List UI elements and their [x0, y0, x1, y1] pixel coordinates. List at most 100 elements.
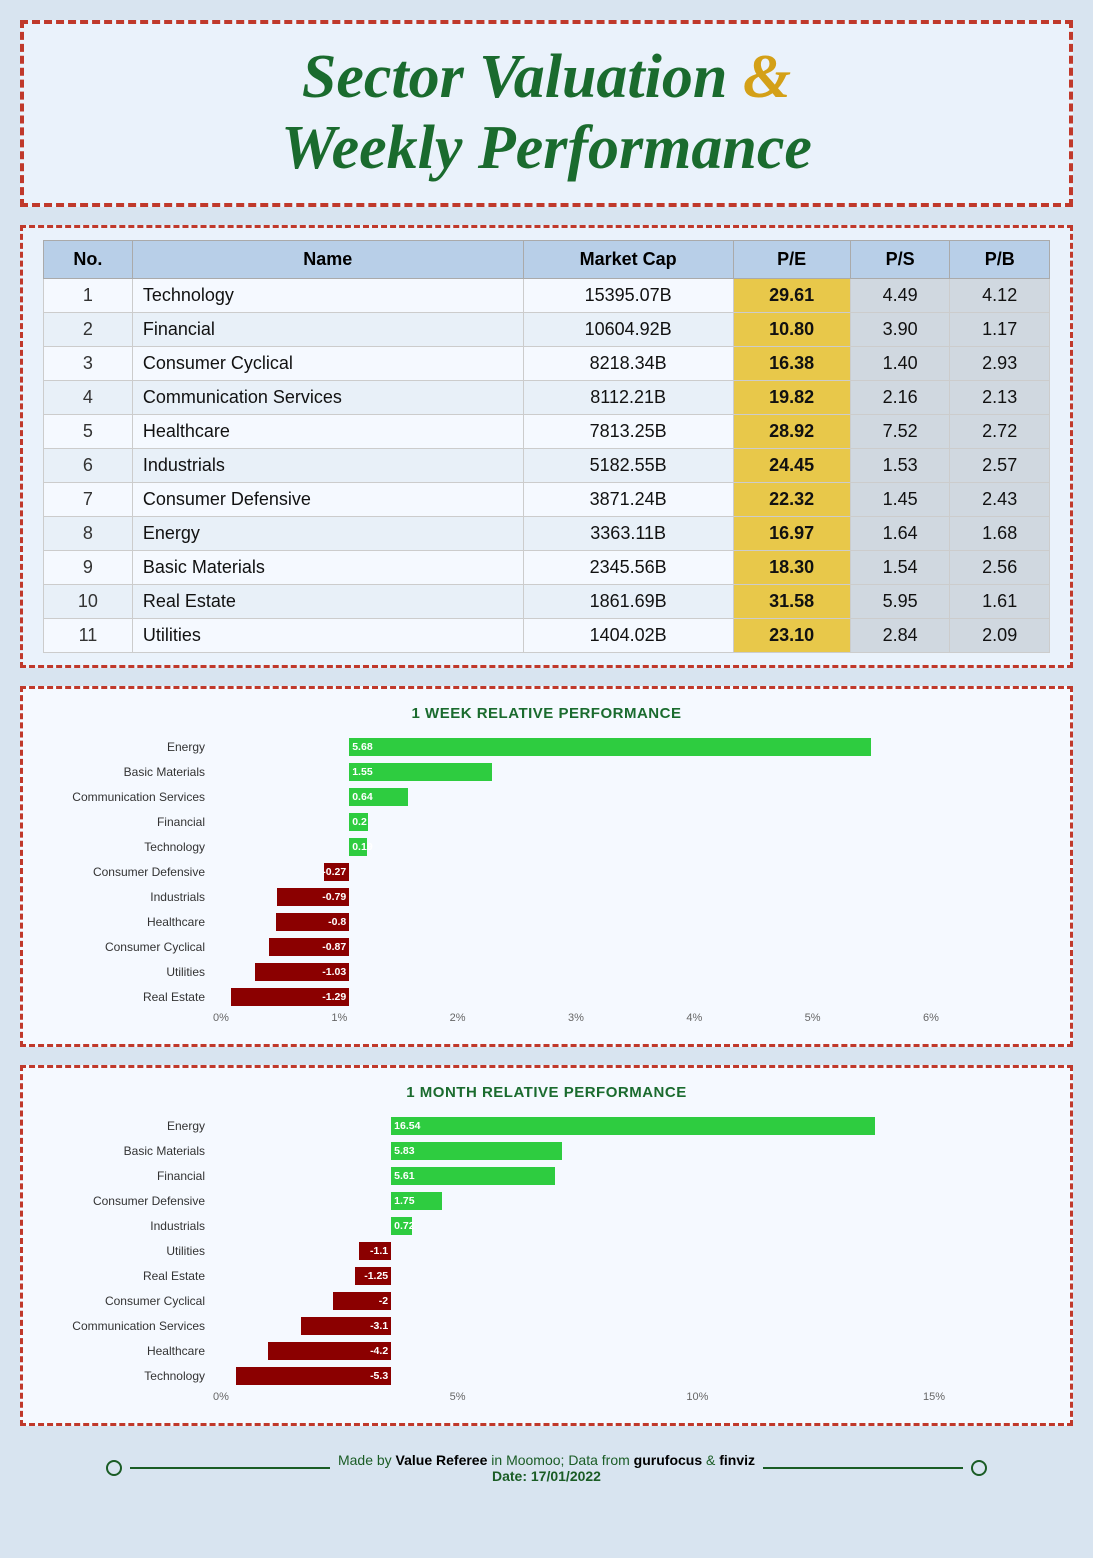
bar-label: Utilities: [43, 965, 213, 979]
table-row: 2 Financial 10604.92B 10.80 3.90 1.17: [44, 312, 1050, 346]
table-row: 5 Healthcare 7813.25B 28.92 7.52 2.72: [44, 414, 1050, 448]
week-chart-title: 1 WEEK RELATIVE PERFORMANCE: [43, 705, 1050, 722]
bar-label: Consumer Defensive: [43, 865, 213, 879]
bar-row: Consumer Cyclical -0.87: [43, 936, 1050, 958]
table-row: 8 Energy 3363.11B 16.97 1.64 1.68: [44, 516, 1050, 550]
cell-no: 7: [44, 482, 133, 516]
week-chart-box: 1 WEEK RELATIVE PERFORMANCE Energy5.68 Ba…: [20, 686, 1073, 1047]
bar-area: -3.1: [213, 1315, 1050, 1337]
cell-marketcap: 2345.56B: [523, 550, 733, 584]
footer: Made by Value Referee in Moomoo; Data fr…: [20, 1444, 1073, 1488]
cell-pe: 31.58: [733, 584, 850, 618]
bar-negative: -1.1: [359, 1242, 391, 1260]
x-axis-tick: 0%: [213, 1012, 229, 1024]
cell-pb: 4.12: [950, 278, 1050, 312]
bar-value-label: 0.72: [391, 1220, 417, 1232]
bar-label: Real Estate: [43, 1269, 213, 1283]
cell-pe: 24.45: [733, 448, 850, 482]
bar-area: 5.68: [213, 736, 1050, 758]
bar-label: Consumer Cyclical: [43, 1294, 213, 1308]
cell-pe: 16.38: [733, 346, 850, 380]
bar-label: Communication Services: [43, 790, 213, 804]
bar-positive: 16.54: [391, 1117, 874, 1135]
bar-row: Basic Materials 1.55: [43, 761, 1050, 783]
bar-area: 1.75: [213, 1190, 1050, 1212]
bar-negative: -1.25: [355, 1267, 392, 1285]
cell-marketcap: 8218.34B: [523, 346, 733, 380]
bar-label: Healthcare: [43, 915, 213, 929]
cell-ps: 5.95: [850, 584, 950, 618]
bar-row: Real Estate-1.29: [43, 986, 1050, 1008]
header-title: Sector Valuation & Weekly Performance: [54, 42, 1039, 185]
bar-row: Energy5.68: [43, 736, 1050, 758]
bar-value-label: 0.64: [349, 791, 375, 803]
cell-no: 6: [44, 448, 133, 482]
bar-value-label: -0.79: [319, 891, 349, 903]
bar-value-label: -0.8: [325, 916, 349, 928]
bar-row: Industrials-0.79: [43, 886, 1050, 908]
bar-positive: 0.2: [349, 813, 367, 831]
table-box: No. Name Market Cap P/E P/S P/B 1 Techno…: [20, 225, 1073, 668]
bar-area: -5.3: [213, 1365, 1050, 1387]
cell-ps: 1.53: [850, 448, 950, 482]
bar-positive: 1.55: [349, 763, 491, 781]
cell-name: Real Estate: [132, 584, 523, 618]
bar-value-label: 16.54: [391, 1120, 423, 1132]
table-row: 9 Basic Materials 2345.56B 18.30 1.54 2.…: [44, 550, 1050, 584]
bar-label: Technology: [43, 1369, 213, 1383]
cell-pb: 2.13: [950, 380, 1050, 414]
bar-row: Consumer Cyclical -2: [43, 1290, 1050, 1312]
cell-ps: 2.84: [850, 618, 950, 652]
cell-name: Consumer Defensive: [132, 482, 523, 516]
cell-marketcap: 8112.21B: [523, 380, 733, 414]
bar-row: Basic Materials5.83: [43, 1140, 1050, 1162]
bar-value-label: -0.87: [319, 941, 349, 953]
table-row: 1 Technology 15395.07B 29.61 4.49 4.12: [44, 278, 1050, 312]
bar-row: Technology-5.3: [43, 1365, 1050, 1387]
bar-label: Healthcare: [43, 1344, 213, 1358]
bar-negative: -2: [333, 1292, 391, 1310]
cell-pe: 29.61: [733, 278, 850, 312]
cell-name: Technology: [132, 278, 523, 312]
cell-marketcap: 1404.02B: [523, 618, 733, 652]
table-row: 3 Consumer Cyclical 8218.34B 16.38 1.40 …: [44, 346, 1050, 380]
bar-row: Real Estate -1.25: [43, 1265, 1050, 1287]
bar-area: -4.2: [213, 1340, 1050, 1362]
cell-pe: 28.92: [733, 414, 850, 448]
footer-line: Made by Value Referee in Moomoo; Data fr…: [106, 1452, 987, 1484]
cell-ps: 7.52: [850, 414, 950, 448]
cell-pe: 18.30: [733, 550, 850, 584]
cell-pb: 1.68: [950, 516, 1050, 550]
bar-negative: -0.79: [277, 888, 350, 906]
header-box: Sector Valuation & Weekly Performance: [20, 20, 1073, 207]
bar-row: Consumer Defensive1.75: [43, 1190, 1050, 1212]
cell-pb: 2.56: [950, 550, 1050, 584]
page: Sector Valuation & Weekly Performance No…: [0, 0, 1093, 1558]
bar-row: Technology0.19: [43, 836, 1050, 858]
x-axis-tick: 2%: [450, 1012, 466, 1024]
cell-marketcap: 3363.11B: [523, 516, 733, 550]
cell-ps: 4.49: [850, 278, 950, 312]
bar-area: -2: [213, 1290, 1050, 1312]
bar-label: Basic Materials: [43, 1144, 213, 1158]
x-axis-tick: 1%: [331, 1012, 347, 1024]
bar-row: Communication Services 0.64: [43, 786, 1050, 808]
footer-text1: Made by Value Referee in Moomoo; Data fr…: [338, 1452, 755, 1468]
bar-row: Consumer Defensive-0.27: [43, 861, 1050, 883]
bar-positive: 5.61: [391, 1167, 555, 1185]
cell-no: 5: [44, 414, 133, 448]
cell-marketcap: 5182.55B: [523, 448, 733, 482]
month-chart: Energy16.54Basic Materials5.83Financial5…: [43, 1115, 1050, 1407]
cell-no: 10: [44, 584, 133, 618]
cell-marketcap: 1861.69B: [523, 584, 733, 618]
cell-ps: 3.90: [850, 312, 950, 346]
bar-value-label: -1.1: [367, 1245, 391, 1257]
cell-pb: 2.09: [950, 618, 1050, 652]
bar-label: Consumer Cyclical: [43, 940, 213, 954]
title-line1: Sector Valuation: [302, 43, 728, 111]
bar-label: Basic Materials: [43, 765, 213, 779]
bar-value-label: -1.29: [319, 991, 349, 1003]
bar-label: Industrials: [43, 1219, 213, 1233]
bar-negative: -1.03: [255, 963, 350, 981]
bar-area: -1.03: [213, 961, 1050, 983]
